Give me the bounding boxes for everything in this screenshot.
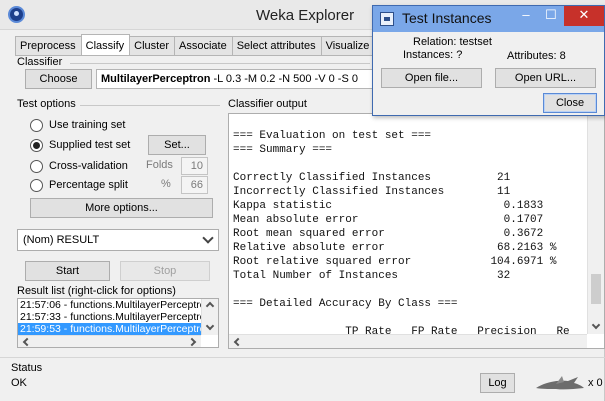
classifier-group-border (70, 63, 370, 64)
output-horizontal-scrollbar[interactable] (229, 334, 587, 348)
test-options-label: Test options (17, 98, 76, 110)
use-training-set-option[interactable]: Use training set (30, 116, 125, 134)
java-app-icon (380, 12, 394, 26)
radio-cross-validation[interactable] (30, 159, 43, 173)
maximize-button[interactable]: ☐ (538, 6, 564, 26)
output-scroll-thumb[interactable] (591, 274, 601, 304)
chevron-left-icon[interactable] (233, 337, 243, 347)
task-count: x 0 (588, 377, 603, 389)
tab-bar: Preprocess Classify Cluster Associate Se… (15, 34, 376, 56)
use-training-set-label: Use training set (49, 119, 126, 131)
radio-supplied-test[interactable] (30, 138, 43, 152)
radio-use-training[interactable] (30, 118, 43, 132)
output-line: Relative absolute error 68.2163 % (233, 242, 557, 254)
close-window-button[interactable]: ✕ (564, 6, 604, 26)
more-options-button[interactable]: More options... (30, 198, 213, 218)
test-instances-dialog: Test Instances – ☐ ✕ Relation: testset I… (372, 5, 605, 116)
output-line: Correctly Classified Instances 21 (233, 172, 511, 184)
output-line: Mean absolute error 0.1707 (233, 214, 544, 226)
chevron-down-icon[interactable] (205, 321, 215, 331)
tab-visualize[interactable]: Visualize (320, 36, 376, 56)
class-attribute-value: (Nom) RESULT (23, 234, 100, 246)
weka-app-icon (8, 6, 25, 23)
log-button[interactable]: Log (480, 373, 515, 393)
result-list[interactable]: 21:57:06 - functions.MultilayerPerceptro… (17, 298, 219, 348)
tab-associate[interactable]: Associate (174, 36, 233, 56)
window-title: Weka Explorer (256, 7, 355, 24)
classifier-options: -L 0.3 -M 0.2 -N 500 -V 0 -S 0 (210, 73, 358, 85)
classifier-output-label: Classifier output (228, 98, 307, 110)
classifier-section-label: Classifier (17, 56, 63, 68)
folds-label: Folds (146, 159, 173, 171)
weka-bird-icon (536, 376, 584, 390)
dialog-title: Test Instances (402, 10, 492, 26)
chevron-up-icon[interactable] (205, 301, 215, 311)
open-file-button[interactable]: Open file... (381, 68, 482, 88)
percent-label: % (161, 178, 171, 190)
result-list-item[interactable]: 21:57:06 - functions.MultilayerPerceptro… (18, 299, 201, 311)
test-options-group-border (80, 105, 220, 106)
supplied-test-set-option[interactable]: Supplied test set (30, 136, 130, 154)
output-line: === Detailed Accuracy By Class === (233, 298, 458, 310)
cross-validation-option[interactable]: Cross-validation (30, 157, 128, 175)
chevron-right-icon[interactable] (187, 337, 197, 347)
output-vertical-scrollbar[interactable] (587, 114, 604, 334)
output-line: Total Number of Instances 32 (233, 270, 511, 282)
result-list-item-selected[interactable]: 21:59:53 - functions.MultilayerPerceptro… (18, 323, 201, 335)
minimize-button[interactable]: – (513, 6, 539, 26)
class-attribute-select[interactable]: (Nom) RESULT (17, 229, 219, 251)
classifier-name: MultilayerPerceptron (101, 73, 211, 85)
instances-label: Instances: ? (403, 49, 463, 61)
result-list-label: Result list (right-click for options) (17, 285, 176, 297)
start-button[interactable]: Start (25, 261, 110, 281)
status-text: OK (11, 377, 27, 389)
choose-classifier-button[interactable]: Choose (25, 69, 92, 89)
tab-select-attributes[interactable]: Select attributes (231, 36, 322, 56)
classifier-output-pane[interactable]: === Evaluation on test set === === Summa… (228, 113, 605, 349)
radio-percentage-split[interactable] (30, 178, 43, 192)
chevron-left-icon[interactable] (22, 337, 32, 347)
stop-button[interactable]: Stop (120, 261, 210, 281)
close-dialog-button[interactable]: Close (543, 93, 597, 113)
output-line: === Evaluation on test set === (233, 130, 432, 142)
status-divider (0, 357, 605, 358)
output-line: Root relative squared error 104.6971 % (233, 256, 557, 268)
status-label: Status (11, 362, 43, 374)
dialog-title-bar: Test Instances – ☐ ✕ (373, 6, 604, 32)
relation-label: Relation: testset (413, 36, 492, 48)
tab-classify[interactable]: Classify (80, 34, 131, 56)
supplied-test-set-label: Supplied test set (49, 139, 131, 151)
percentage-split-label: Percentage split (49, 179, 128, 191)
open-url-button[interactable]: Open URL... (495, 68, 596, 88)
percent-input[interactable]: 66 (181, 176, 208, 194)
output-line: Incorrectly Classified Instances 11 (233, 186, 511, 198)
output-line: === Summary === (233, 144, 333, 156)
attributes-label: Attributes: 8 (507, 50, 566, 62)
output-line: Root mean squared error 0.3672 (233, 228, 544, 240)
classifier-spec-field[interactable]: MultilayerPerceptron -L 0.3 -M 0.2 -N 50… (96, 69, 386, 89)
folds-input[interactable]: 10 (181, 157, 208, 175)
result-list-vertical-scrollbar[interactable] (201, 299, 218, 335)
percentage-split-option[interactable]: Percentage split (30, 176, 128, 194)
result-list-horizontal-scrollbar[interactable] (18, 335, 201, 347)
chevron-down-icon (202, 232, 214, 244)
set-test-set-button[interactable]: Set... (148, 135, 206, 155)
output-line: Kappa statistic 0.1833 (233, 200, 544, 212)
result-list-item[interactable]: 21:57:33 - functions.MultilayerPerceptro… (18, 311, 201, 323)
cross-validation-label: Cross-validation (49, 160, 128, 172)
chevron-down-icon[interactable] (591, 320, 601, 330)
tab-preprocess[interactable]: Preprocess (15, 36, 82, 56)
tab-cluster[interactable]: Cluster (129, 36, 175, 56)
